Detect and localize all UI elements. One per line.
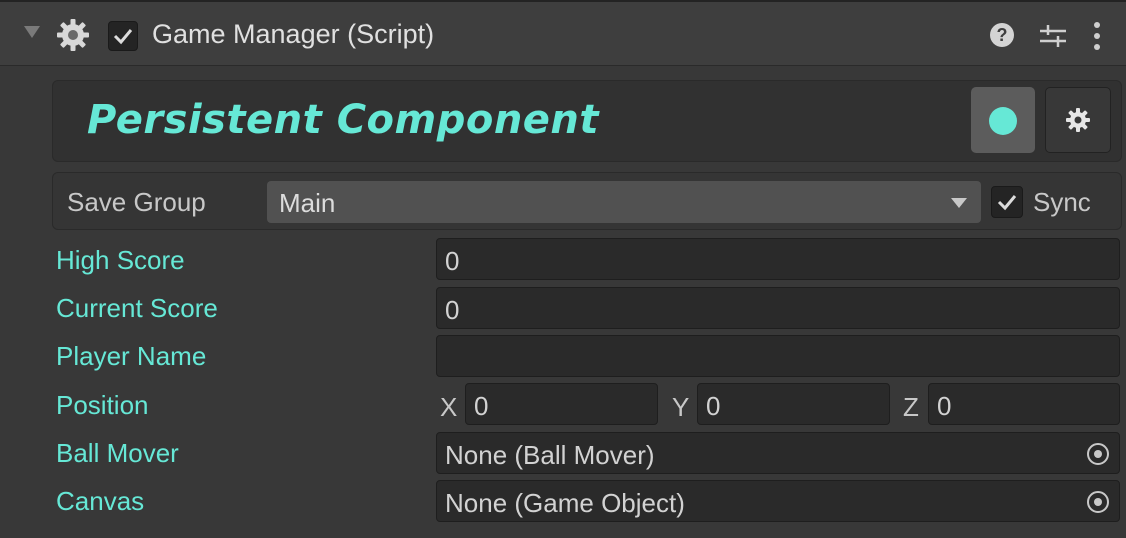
player-name-label: Player Name <box>56 341 207 371</box>
settings-button[interactable] <box>1045 87 1111 153</box>
banner-title: Persistent Component <box>87 97 600 143</box>
save-group-dropdown[interactable]: Main <box>267 181 981 223</box>
object-picker-icon[interactable] <box>1087 491 1109 513</box>
object-picker-icon[interactable] <box>1087 443 1109 465</box>
position-z-field[interactable]: 0 <box>928 383 1120 425</box>
save-group-value: Main <box>279 188 336 218</box>
current-score-value: 0 <box>445 295 460 325</box>
position-z-label[interactable]: Z <box>903 392 919 423</box>
ball-mover-field[interactable]: None (Ball Mover) <box>436 432 1120 474</box>
persistent-component-banner: Persistent Component <box>52 80 1122 162</box>
player-name-field[interactable] <box>436 335 1120 377</box>
component-header[interactable]: Game Manager (Script) ? <box>0 0 1126 66</box>
canvas-value: None (Game Object) <box>445 488 685 518</box>
position-x-value: 0 <box>474 391 489 421</box>
sync-checkbox[interactable] <box>991 186 1023 218</box>
component-title: Game Manager (Script) <box>152 19 435 49</box>
position-y-value: 0 <box>706 391 721 421</box>
component-enabled-checkbox[interactable] <box>108 21 138 51</box>
dot-icon <box>989 107 1017 135</box>
high-score-value: 0 <box>445 246 460 276</box>
status-dot-button[interactable] <box>971 87 1035 153</box>
high-score-label: High Score <box>56 245 185 275</box>
script-gear-icon <box>57 19 89 51</box>
gear-icon <box>1066 108 1090 132</box>
position-x-label[interactable]: X <box>440 392 457 423</box>
current-score-field[interactable]: 0 <box>436 287 1120 329</box>
position-x-field[interactable]: 0 <box>465 383 658 425</box>
ball-mover-label: Ball Mover <box>56 438 179 468</box>
canvas-field[interactable]: None (Game Object) <box>436 480 1120 522</box>
foldout-arrow-icon[interactable] <box>24 26 40 38</box>
kebab-menu-icon[interactable] <box>1090 20 1104 52</box>
save-group-label: Save Group <box>67 187 206 217</box>
position-y-label[interactable]: Y <box>672 392 689 423</box>
dropdown-arrow-icon <box>951 198 967 208</box>
position-z-value: 0 <box>937 391 952 421</box>
position-label: Position <box>56 390 149 420</box>
help-icon[interactable]: ? <box>990 23 1014 47</box>
ball-mover-value: None (Ball Mover) <box>445 440 655 470</box>
sync-label: Sync <box>1033 187 1091 217</box>
current-score-label: Current Score <box>56 293 218 323</box>
presets-icon[interactable] <box>1038 22 1068 50</box>
position-y-field[interactable]: 0 <box>697 383 890 425</box>
high-score-field[interactable]: 0 <box>436 238 1120 280</box>
canvas-label: Canvas <box>56 486 145 516</box>
save-group-row: Save Group Main Sync <box>52 172 1122 230</box>
